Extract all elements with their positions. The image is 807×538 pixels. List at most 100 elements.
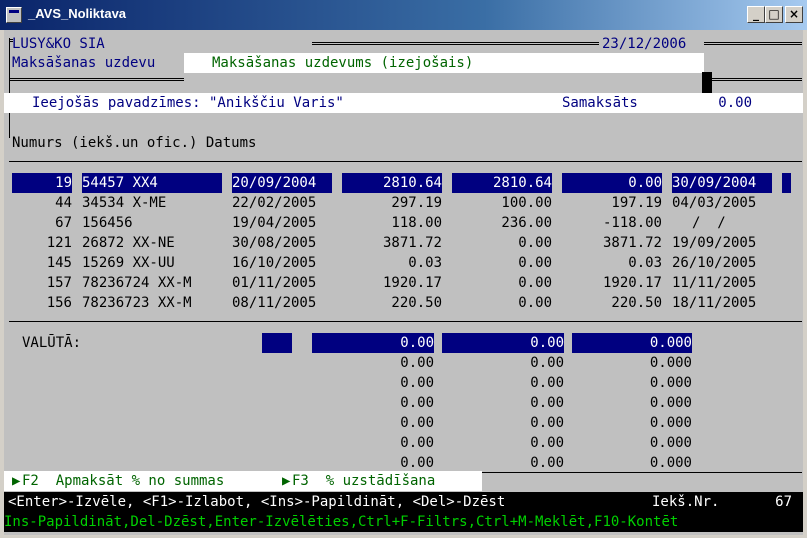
column-header: Numurs (iekš.un ofic.) Datums [12, 135, 257, 151]
row-date: 22/02/2005 [232, 195, 317, 211]
row-amount: 3871.72 [382, 235, 442, 251]
window-icon[interactable] [6, 7, 22, 23]
f3-key-arrow-icon: ▶ [282, 473, 291, 489]
frame-mid-left [9, 78, 184, 81]
counter-label: Iekš.Nr. [652, 494, 720, 510]
currency-label: VALŪTĀ: [22, 335, 82, 351]
terminal-screen: LUSY&KO SIA 23/12/2006 Maksāšanas uzdevu… [4, 30, 803, 535]
status-keys: <Enter>-Izvēle, <F1>-Izlabot, <Ins>-Papi… [8, 494, 506, 510]
row-number: 19 [12, 173, 72, 193]
currency-code-field[interactable] [262, 333, 292, 353]
row-reference: 15269 XX-UU [82, 255, 175, 271]
row-due-date: 19/09/2005 [672, 235, 757, 251]
frame-mid-right [704, 78, 802, 81]
row-remainder: 3871.72 [602, 235, 662, 251]
row-remainder: 0.03 [628, 255, 662, 271]
row-number: 44 [55, 195, 72, 211]
row-reference: 54457 XX4 [82, 173, 222, 193]
f2-key-arrow-icon: ▶ [12, 473, 21, 489]
maximize-button[interactable]: □ [765, 6, 783, 23]
document-title: Maksāšanas uzdevums (izejošais) [184, 53, 704, 73]
row-paid: 100.00 [501, 195, 552, 211]
currency-paid: 0.00 [530, 395, 564, 411]
row-due-date: 18/11/2005 [672, 295, 757, 311]
currency-rate: 0.000 [649, 415, 692, 431]
app-window: _AVS_Noliktava _ □ × LUSY&KO SIA 23/12/2… [0, 0, 807, 538]
currency-rate-field[interactable]: 0.000 [572, 333, 692, 353]
hint-bar: Ins-Papildināt,Del-Dzēst,Enter-Izvēlētie… [4, 512, 803, 532]
row-date: 20/09/2004 [232, 173, 332, 193]
row-due-date: 04/03/2005 [672, 195, 757, 211]
frame-left [9, 38, 10, 138]
row-amount: 1920.17 [382, 275, 442, 291]
row-remainder: 197.19 [611, 195, 662, 211]
header-separator [9, 161, 802, 162]
currency-amount: 0.00 [400, 435, 434, 451]
paid-value: 0.00 [718, 95, 752, 111]
row-paid: 0.00 [518, 255, 552, 271]
frame-corner-block [702, 72, 712, 94]
row-amount: 220.50 [391, 295, 442, 311]
currency-amount: 0.00 [400, 395, 434, 411]
row-reference: 34534 X-ME [82, 195, 167, 211]
currency-amount: 0.00 [400, 415, 434, 431]
row-remainder: -118.00 [602, 215, 662, 231]
frame-top-right [704, 42, 802, 45]
currency-paid-field[interactable]: 0.00 [442, 333, 564, 353]
title-bar[interactable]: _AVS_Noliktava _ □ × [0, 0, 807, 30]
row-date: 01/11/2005 [232, 275, 317, 291]
row-due-date: 11/11/2005 [672, 275, 757, 291]
row-paid: 0.00 [518, 235, 552, 251]
row-due-date: / / [692, 215, 726, 231]
row-paid: 236.00 [501, 215, 552, 231]
row-amount: 297.19 [391, 195, 442, 211]
paid-label: Samaksāts [562, 95, 638, 111]
row-due-date: 30/09/2004 [672, 173, 772, 193]
row-amount: 118.00 [391, 215, 442, 231]
currency-rate: 0.000 [649, 355, 692, 371]
currency-paid: 0.00 [530, 415, 564, 431]
currency-rate: 0.000 [649, 395, 692, 411]
f2-apply-percent[interactable]: F2 Apmaksāt % no summas [22, 471, 224, 491]
currency-rate: 0.000 [649, 455, 692, 471]
row-remainder: 1920.17 [602, 275, 662, 291]
row-number: 156 [46, 295, 72, 311]
currency-amount: 0.00 [400, 375, 434, 391]
row-amount: 0.03 [408, 255, 442, 271]
row-reference: 26872 XX-NE [82, 235, 175, 251]
row-number: 67 [55, 215, 72, 231]
currency-rate: 0.000 [649, 375, 692, 391]
currency-amount-field[interactable]: 0.00 [312, 333, 434, 353]
row-reference: 78236724 XX-M [82, 275, 192, 291]
row-date: 16/10/2005 [232, 255, 317, 271]
row-paid: 2810.64 [452, 173, 552, 193]
invoice-label: Ieejošās pavadzīmes: "Anikščiu Varis" [32, 95, 344, 111]
row-amount: 2810.64 [342, 173, 442, 193]
currency-rate: 0.000 [649, 435, 692, 451]
header-date: 23/12/2006 [602, 36, 687, 52]
currency-paid: 0.00 [530, 355, 564, 371]
row-paid: 0.00 [518, 295, 552, 311]
row-cursor [782, 173, 791, 193]
counter-value: 67 [775, 494, 792, 510]
f3-percent-setup[interactable]: F3 % uzstādīšana [292, 471, 435, 491]
close-button[interactable]: × [785, 6, 803, 23]
row-remainder: 220.50 [611, 295, 662, 311]
row-number: 121 [46, 235, 72, 251]
row-reference: 78236723 XX-M [82, 295, 192, 311]
row-number: 157 [46, 275, 72, 291]
row-number: 145 [46, 255, 72, 271]
section-label: Maksāšanas uzdevu [12, 55, 156, 71]
frame-top [312, 42, 599, 45]
row-due-date: 26/10/2005 [672, 255, 757, 271]
row-reference: 156456 [82, 215, 133, 231]
currency-paid: 0.00 [530, 375, 564, 391]
company-name: LUSY&KO SIA [12, 36, 105, 52]
window-title: _AVS_Noliktava [28, 6, 127, 21]
currency-paid: 0.00 [530, 435, 564, 451]
row-date: 08/11/2005 [232, 295, 317, 311]
row-date: 30/08/2005 [232, 235, 317, 251]
row-paid: 0.00 [518, 275, 552, 291]
minimize-button[interactable]: _ [747, 6, 765, 23]
row-date: 19/04/2005 [232, 215, 317, 231]
